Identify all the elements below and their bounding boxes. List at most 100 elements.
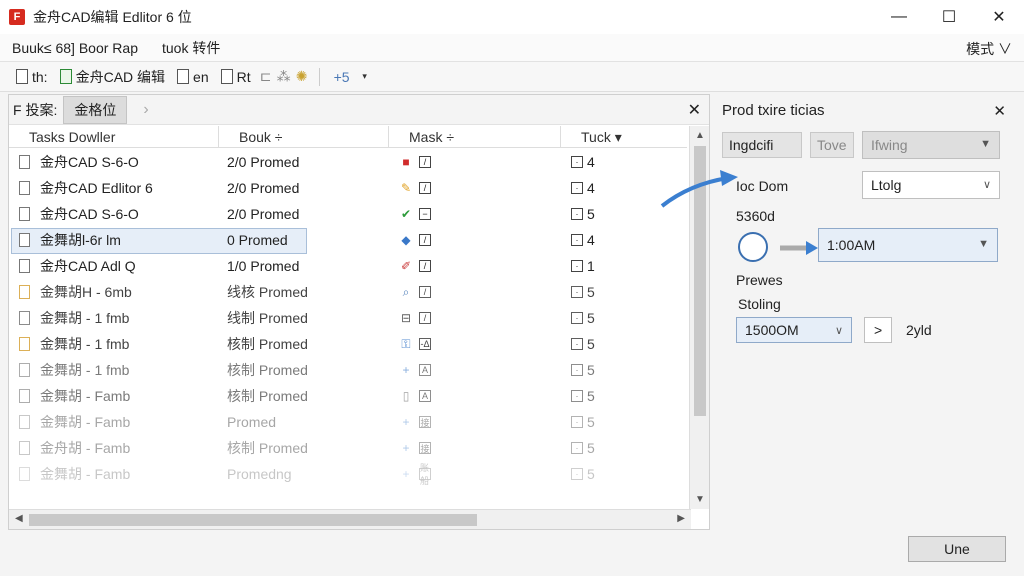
table-row[interactable]: 金舞胡 - 1 fmb 核制 Promed ⚿ -Δ · 5 — [9, 331, 687, 357]
document-icon — [220, 69, 233, 84]
row-book: Promed — [227, 414, 277, 430]
table-row[interactable]: 金舟CAD S-6-O 2/0 Promed ■ / · 4 — [9, 149, 687, 175]
row-mark[interactable]: 接 — [419, 442, 431, 454]
scroll-right-icon[interactable]: ▶ — [677, 513, 685, 524]
checkbox-icon[interactable]: · — [571, 364, 583, 376]
app-icon: F — [9, 9, 25, 25]
gear-icon[interactable]: ✺ — [293, 68, 311, 86]
option-button-b[interactable]: Tove — [810, 132, 854, 158]
toolbar-btn-th[interactable]: th: — [10, 65, 54, 89]
table-row[interactable]: 金舞胡 - 1 fmb 线制 Promed ⊟ / · 5 — [9, 305, 687, 331]
table-row[interactable]: 金舞胡l-6r lm 0 Promed ◆ / · 4 — [9, 227, 687, 254]
dropdown-arrow-icon[interactable]: ▾ — [356, 68, 374, 86]
row-book: 0 Promed — [227, 232, 288, 248]
column-header-tuck[interactable]: Tuck ▾ — [561, 126, 687, 148]
file-icon — [19, 415, 30, 429]
dropdown-value: 1500OM — [745, 322, 799, 338]
row-mark[interactable]: / — [419, 156, 431, 168]
row-mark[interactable]: 账船 — [419, 463, 431, 486]
column-header-mask[interactable]: Mask ÷ — [389, 126, 561, 148]
checkbox-icon[interactable]: · — [571, 416, 583, 428]
scroll-down-icon[interactable]: ▼ — [695, 494, 705, 505]
scroll-thumb[interactable] — [29, 514, 477, 526]
chevron-right-icon[interactable]: › — [143, 101, 148, 119]
row-mark[interactable]: 接 — [419, 416, 431, 428]
close-pane-icon[interactable]: ✕ — [688, 100, 701, 120]
file-icon — [19, 311, 30, 325]
table-row[interactable]: 金舞胡 - Famb Promedng + 账船 · 5 — [9, 461, 687, 487]
file-icon — [19, 259, 30, 273]
scroll-left-icon[interactable]: ◀ — [15, 513, 23, 524]
row-mark[interactable]: / — [419, 182, 431, 194]
mode-menu[interactable]: 模式 ∨ — [966, 39, 1012, 59]
row-mark[interactable]: A — [419, 390, 431, 402]
file-icon — [19, 181, 30, 195]
row-name: 金舞胡 - Famb — [40, 414, 131, 430]
circle-icon[interactable] — [738, 232, 768, 262]
time-dropdown[interactable]: 1:00AM ▼ — [818, 228, 998, 262]
row-name: 金舞胡 - 1 fmb — [40, 362, 130, 378]
file-icon — [19, 363, 30, 377]
scroll-up-icon[interactable]: ▲ — [695, 130, 705, 141]
table-row[interactable]: 金舞胡H - 6mb 线核 Promed ⌕ / · 5 — [9, 279, 687, 305]
column-header-tasks[interactable]: Tasks Dowller — [9, 126, 219, 148]
dropdown-value: Ltolg — [871, 177, 902, 193]
table-row[interactable]: 金舞胡 - Famb 核制 Promed ▯ A · 5 — [9, 383, 687, 409]
pane-tab[interactable]: 金格位 — [63, 95, 128, 124]
row-name: 金舞胡 - 1 fmb — [40, 310, 130, 326]
checkbox-icon[interactable]: · — [571, 312, 583, 324]
checkbox-icon[interactable]: · — [571, 286, 583, 298]
menu-item-convert[interactable]: tuok 转件 — [150, 38, 232, 58]
dropdown-1[interactable]: Ifwing ▼ — [862, 131, 1000, 159]
value-dropdown[interactable]: 1500OM ∨ — [736, 317, 852, 343]
toolbar-label: Rt — [236, 68, 251, 85]
document-icon — [177, 69, 190, 84]
row-mark[interactable]: A — [419, 364, 431, 376]
horizontal-scrollbar[interactable]: ◀ ▶ — [9, 509, 691, 529]
option-button-a[interactable]: Ingdcifi — [722, 132, 802, 158]
minimize-button[interactable]: — — [874, 0, 924, 34]
table-row[interactable]: 金舞胡 - 1 fmb 核制 Promed + A · 5 — [9, 357, 687, 383]
chevron-down-icon: ▼ — [978, 238, 989, 250]
row-mark[interactable]: / — [419, 286, 431, 298]
column-header-book[interactable]: Bouk ÷ — [219, 126, 389, 148]
row-mark[interactable]: / — [419, 260, 431, 272]
table-row[interactable]: 金舟CAD Edlitor 6 2/0 Promed ✎ / · 4 — [9, 175, 687, 201]
footer-bar: Une — [0, 530, 1024, 576]
close-button[interactable]: ✕ — [974, 0, 1024, 34]
toolbar-btn-rt[interactable]: Rt — [215, 65, 257, 89]
checkbox-icon[interactable]: · — [571, 234, 583, 246]
checkbox-icon[interactable]: · — [571, 208, 583, 220]
nodes-icon[interactable]: ⁂ — [275, 68, 293, 86]
table-row[interactable]: 金舞胡 - Famb Promed + 接 · 5 — [9, 409, 687, 435]
pointer-arrow-icon — [660, 170, 738, 208]
row-mark[interactable]: / — [419, 312, 431, 324]
dropdown-2[interactable]: Ltolg ∨ — [862, 171, 1000, 199]
layout-icon[interactable]: ⊏ — [257, 68, 275, 86]
next-button[interactable]: > — [864, 317, 892, 343]
ok-button[interactable]: Une — [908, 536, 1006, 562]
table-row[interactable]: 金舟CAD Adl Q 1/0 Promed ✐ / · 1 — [9, 253, 687, 279]
row-mark[interactable]: / — [419, 234, 431, 246]
checkbox-icon[interactable]: · — [571, 182, 583, 194]
checkbox-icon[interactable]: · — [571, 156, 583, 168]
table-row[interactable]: 金舟CAD S-6-O 2/0 Promed ✔ − · 5 — [9, 201, 687, 227]
close-pane-icon[interactable]: ✕ — [993, 102, 1006, 120]
menu-item-main[interactable]: Buuk≤ 68] Boor Rap — [0, 40, 150, 56]
toolbar-btn-en[interactable]: en — [171, 65, 215, 89]
checkbox-icon[interactable]: · — [571, 468, 583, 480]
checkbox-icon[interactable]: · — [571, 442, 583, 454]
toolbar-btn-edit[interactable]: 金舟CAD 编辑 — [54, 65, 171, 89]
maximize-button[interactable]: ☐ — [924, 0, 974, 34]
checkbox-icon[interactable]: · — [571, 260, 583, 272]
table-row[interactable]: 金舟胡 - Famb 核制 Promed + 接 · 5 — [9, 435, 687, 461]
file-icon — [19, 337, 30, 351]
checkbox-icon[interactable]: · — [571, 390, 583, 402]
row-mark[interactable]: − — [419, 208, 431, 220]
checkbox-icon[interactable]: · — [571, 338, 583, 350]
toolbar-btn-plus5[interactable]: +5 — [328, 65, 356, 89]
file-list-pane: F 投案: 金格位 › ✕ Tasks Dowller Bouk ÷ Mask … — [8, 94, 710, 530]
plus-mark-icon: + — [402, 467, 410, 481]
menu-bar: Buuk≤ 68] Boor Rap tuok 转件 模式 ∨ — [0, 34, 1024, 62]
row-mark[interactable]: -Δ — [419, 338, 431, 350]
